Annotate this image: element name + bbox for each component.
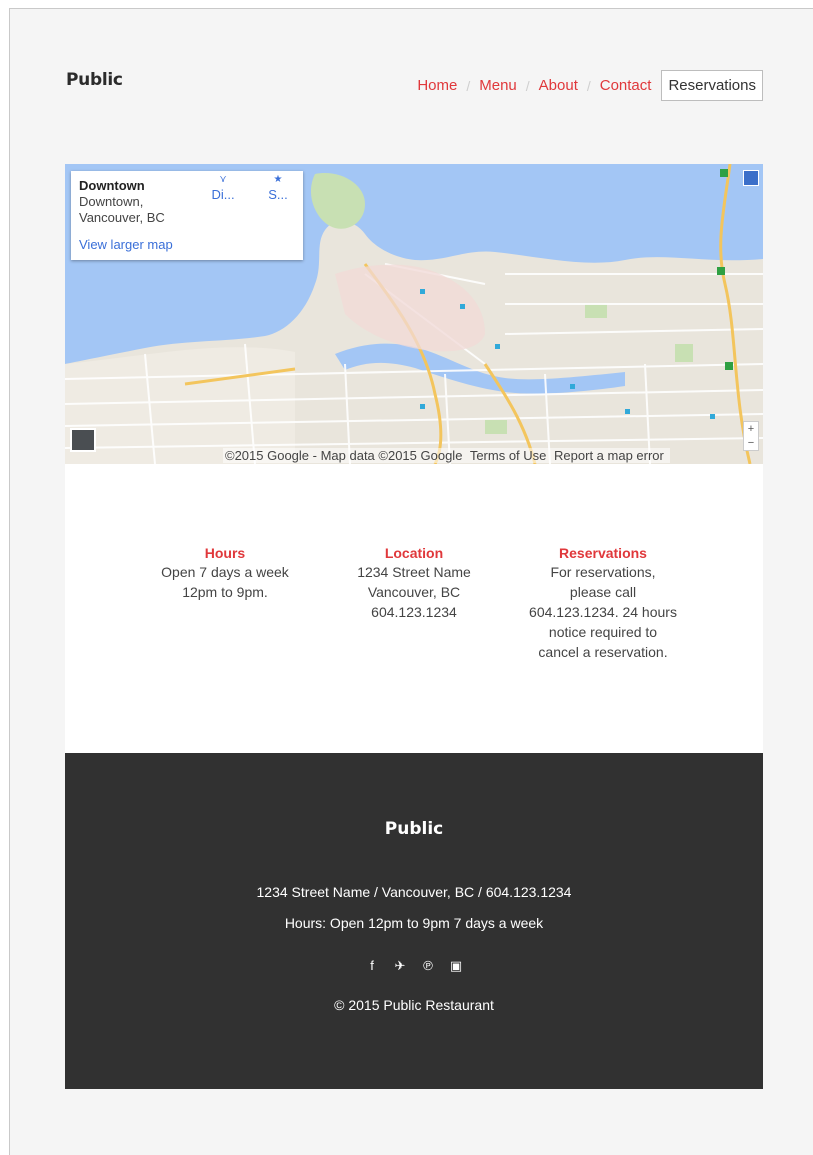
nav-separator: / (525, 77, 530, 94)
reservations-button[interactable]: Reservations (661, 70, 763, 101)
zoom-control[interactable]: + − (743, 421, 759, 451)
site-header: Public Home / Menu / About / Contact Res… (65, 68, 763, 104)
map-info-card: Downtown Downtown, Vancouver, BC View la… (71, 171, 303, 260)
reservations-line: notice required to (548, 624, 658, 640)
nav-separator: / (586, 77, 591, 94)
social-links: f ✈ ℗ ▣ (65, 958, 763, 974)
main-nav: Home / Menu / About / Contact Reservatio… (417, 70, 763, 101)
zoom-out-button[interactable]: − (744, 436, 758, 450)
directions-button[interactable]: ⋎ Di... (206, 174, 240, 203)
map-place-address: Downtown, Vancouver, BC (79, 194, 165, 225)
reservations-line: For reservations, (550, 564, 656, 580)
twitter-icon[interactable]: ✈ (393, 958, 407, 974)
location-phone: 604.123.1234 (371, 604, 457, 620)
map-place-name: Downtown (79, 178, 145, 193)
embedded-map[interactable]: Downtown Downtown, Vancouver, BC View la… (65, 164, 763, 464)
site-footer: Public 1234 Street Name / Vancouver, BC … (65, 753, 763, 1089)
map-copyright: ©2015 Google - Map data ©2015 Google (225, 448, 463, 463)
hours-line: Open 7 days a week (161, 564, 289, 580)
satellite-toggle[interactable] (70, 428, 96, 452)
pinterest-icon[interactable]: ℗ (421, 958, 435, 974)
nav-home[interactable]: Home (417, 77, 457, 94)
nav-contact[interactable]: Contact (600, 77, 652, 94)
reservations-line: cancel a reservation. (538, 644, 668, 660)
terms-link[interactable]: Terms of Use (470, 448, 547, 463)
reservations-line: please call (569, 584, 637, 600)
report-error-link[interactable]: Report a map error (554, 448, 664, 463)
hours-column: Hours Open 7 days a week 12pm to 9pm. (137, 544, 313, 602)
reservations-line: 604.123.1234. 24 hours (529, 604, 677, 620)
map-attribution: ©2015 Google - Map data ©2015 Google Ter… (223, 448, 670, 463)
facebook-icon[interactable]: f (365, 958, 379, 974)
zoom-in-button[interactable]: + (744, 422, 758, 436)
view-larger-map-link[interactable]: View larger map (79, 237, 173, 252)
nav-menu[interactable]: Menu (479, 77, 517, 94)
hours-line: 12pm to 9pm. (182, 584, 268, 600)
hours-heading: Hours (204, 545, 246, 561)
directions-icon: ⋎ (219, 174, 227, 185)
nav-about[interactable]: About (539, 77, 578, 94)
nav-separator: / (466, 77, 471, 94)
location-heading: Location (384, 545, 444, 561)
location-column: Location 1234 Street Name Vancouver, BC … (333, 544, 495, 622)
instagram-icon[interactable]: ▣ (449, 958, 463, 974)
location-line: 1234 Street Name (357, 564, 471, 580)
street-view-pegman-icon[interactable] (743, 170, 759, 186)
footer-logo: Public (384, 819, 444, 839)
footer-hours: Hours: Open 12pm to 9pm 7 days a week (284, 915, 544, 931)
save-button[interactable]: ★ S... (261, 174, 295, 203)
save-label: S... (268, 187, 288, 202)
directions-label: Di... (211, 187, 235, 202)
location-line: Vancouver, BC (367, 584, 461, 600)
footer-address: 1234 Street Name / Vancouver, BC / 604.1… (256, 884, 572, 900)
reservations-heading: Reservations (559, 545, 647, 561)
site-logo[interactable]: Public (66, 70, 123, 90)
footer-copyright: © 2015 Public Restaurant (334, 997, 494, 1013)
star-icon: ★ (273, 174, 283, 185)
reservations-column: Reservations For reservations, please ca… (515, 544, 691, 662)
info-section: Hours Open 7 days a week 12pm to 9pm. Lo… (65, 464, 763, 753)
